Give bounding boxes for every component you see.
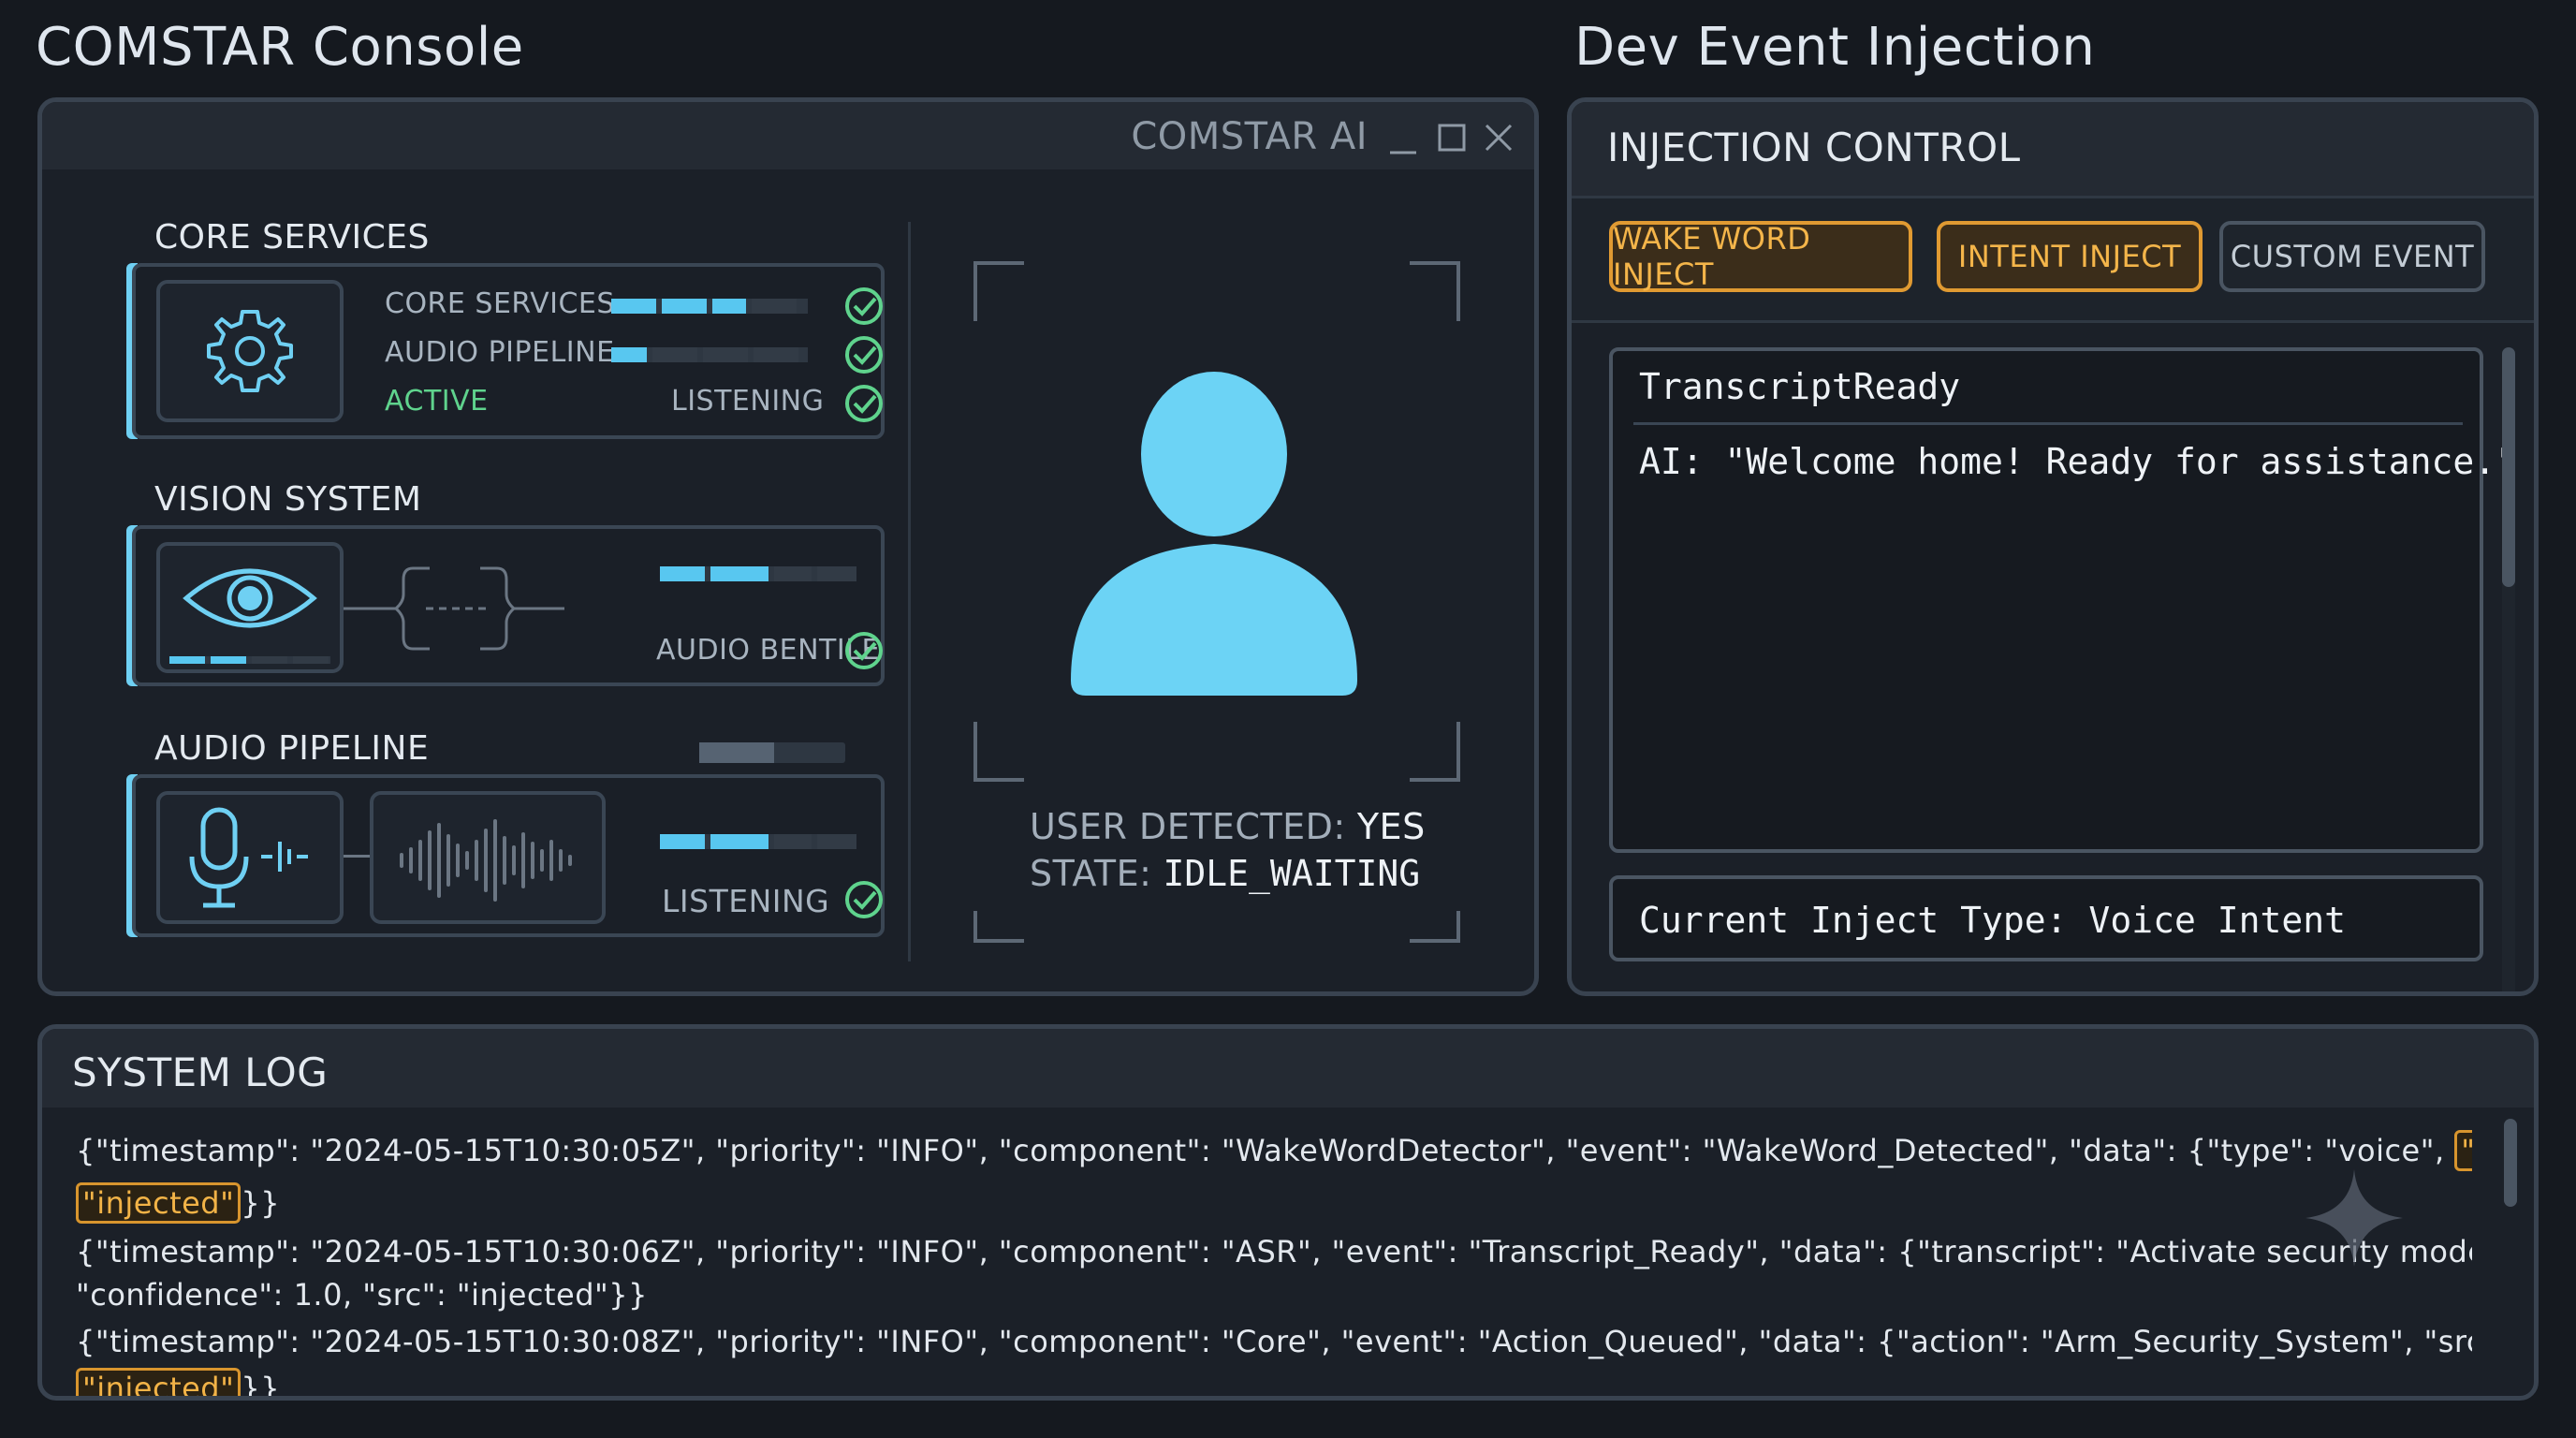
injection-heading: Dev Event Injection <box>1574 17 2096 78</box>
audio-card: LISTENING <box>126 774 922 937</box>
eye-icon <box>183 568 317 628</box>
vision-heading: VISION SYSTEM <box>154 480 422 519</box>
console-window: COMSTAR AI CORE SERVICES CORE SERVICES A… <box>37 97 1539 996</box>
console-heading: COMSTAR Console <box>36 17 524 78</box>
core-services-card: CORE SERVICES AUDIO PIPELINE ACTIVE LIST… <box>126 263 922 439</box>
console-titlebar: COMSTAR AI <box>42 102 1534 169</box>
audio-status: LISTENING <box>662 883 830 919</box>
audio-progress <box>660 834 856 849</box>
injection-panel: INJECTION CONTROL WAKE WORD INJECT INTEN… <box>1567 97 2539 996</box>
core-row1-label: CORE SERVICES <box>385 287 615 320</box>
custom-event-button[interactable]: CUSTOM EVENT <box>2219 221 2485 292</box>
event-name: TranscriptReady <box>1639 366 1961 407</box>
log-entry-continued: "confidence": 1.0, "src": "injected"}} <box>76 1277 648 1313</box>
system-log-panel: SYSTEM LOG {"timestamp": "2024-05-15T10:… <box>37 1024 2539 1401</box>
check-icon <box>845 336 883 374</box>
event-text: AI: "Welcome home! Ready for assistance.… <box>1639 441 2517 482</box>
waveform-icon <box>400 819 572 902</box>
user-detected-value: YES <box>1356 806 1426 847</box>
audio-heading: AUDIO PIPELINE <box>154 729 430 768</box>
event-divider <box>1633 422 2463 425</box>
injection-title: INJECTION CONTROL <box>1607 125 2021 170</box>
check-icon <box>845 385 883 422</box>
log-scrollbar-thumb[interactable] <box>2504 1119 2517 1207</box>
state-value: IDLE_WAITING <box>1163 853 1421 894</box>
system-log-header: SYSTEM LOG <box>42 1029 2534 1108</box>
audio-pipeline-progress <box>611 347 808 362</box>
sparkle-icon <box>2305 1169 2403 1267</box>
intent-inject-button[interactable]: INTENT INJECT <box>1937 221 2203 292</box>
wake-word-inject-button[interactable]: WAKE WORD INJECT <box>1609 221 1912 292</box>
injected-highlight: "injected" <box>76 1368 242 1396</box>
check-icon <box>845 632 883 669</box>
event-preview[interactable]: TranscriptReady AI: "Welcome home! Ready… <box>1609 347 2517 853</box>
injection-scrollbar-track[interactable] <box>2502 347 2515 991</box>
maximize-icon[interactable] <box>1437 123 1467 153</box>
vision-card: AUDIO BENTILE <box>126 525 922 686</box>
injection-header: INJECTION CONTROL <box>1572 102 2534 198</box>
code-bracket-icon <box>344 566 564 651</box>
status-listening: LISTENING <box>671 385 825 418</box>
log-entry-continued: "injected"}} <box>76 1182 280 1224</box>
injection-toolbar: WAKE WORD INJECT INTENT INJECT CUSTOM EV… <box>1572 198 2534 323</box>
user-avatar-icon <box>1071 372 1357 696</box>
injected-highlight: "injected" <box>76 1182 242 1224</box>
minimize-icon[interactable] <box>1388 126 1418 156</box>
src-highlight: "src": <box>2454 1130 2472 1171</box>
settings-tile[interactable] <box>156 280 344 422</box>
close-icon[interactable] <box>1484 123 1514 153</box>
gear-icon <box>207 310 293 392</box>
injection-scrollbar-thumb[interactable] <box>2502 347 2515 587</box>
audio-header-progress <box>699 742 845 763</box>
core-services-progress <box>611 299 808 314</box>
log-entry-continued: "injected"}} <box>76 1368 280 1396</box>
window-title: COMSTAR AI <box>1131 115 1368 158</box>
vision-tile-progress <box>169 656 330 664</box>
log-entry: {"timestamp": "2024-05-15T10:30:08Z", "p… <box>76 1324 2472 1359</box>
log-body: {"timestamp": "2024-05-15T10:30:05Z", "p… <box>76 1123 2472 1396</box>
system-log-title: SYSTEM LOG <box>72 1049 329 1095</box>
waveform-tile[interactable] <box>370 791 606 924</box>
state-line: STATE: IDLE_WAITING <box>1030 853 1420 894</box>
state-label: STATE: <box>1030 853 1152 894</box>
log-entry: {"timestamp": "2024-05-15T10:30:06Z", "p… <box>76 1234 2472 1269</box>
microphone-tile[interactable] <box>156 791 344 924</box>
user-detected-line: USER DETECTED: YES <box>1030 806 1426 847</box>
vision-progress <box>660 566 856 581</box>
check-icon <box>845 287 883 325</box>
inject-type: Current Inject Type: Voice Intent <box>1639 900 2346 941</box>
log-entry: {"timestamp": "2024-05-15T10:30:05Z", "p… <box>76 1130 2472 1171</box>
core-row2-label: AUDIO PIPELINE <box>385 336 615 369</box>
inject-type-box: Current Inject Type: Voice Intent <box>1609 875 2483 961</box>
core-services-heading: CORE SERVICES <box>154 218 430 257</box>
status-active: ACTIVE <box>385 385 489 418</box>
microphone-icon <box>189 807 308 908</box>
check-icon <box>845 881 883 918</box>
camera-tile[interactable] <box>156 542 344 673</box>
user-viewfinder: USER DETECTED: YES STATE: IDLE_WAITING <box>973 261 1460 954</box>
user-detected-label: USER DETECTED: <box>1030 806 1346 847</box>
